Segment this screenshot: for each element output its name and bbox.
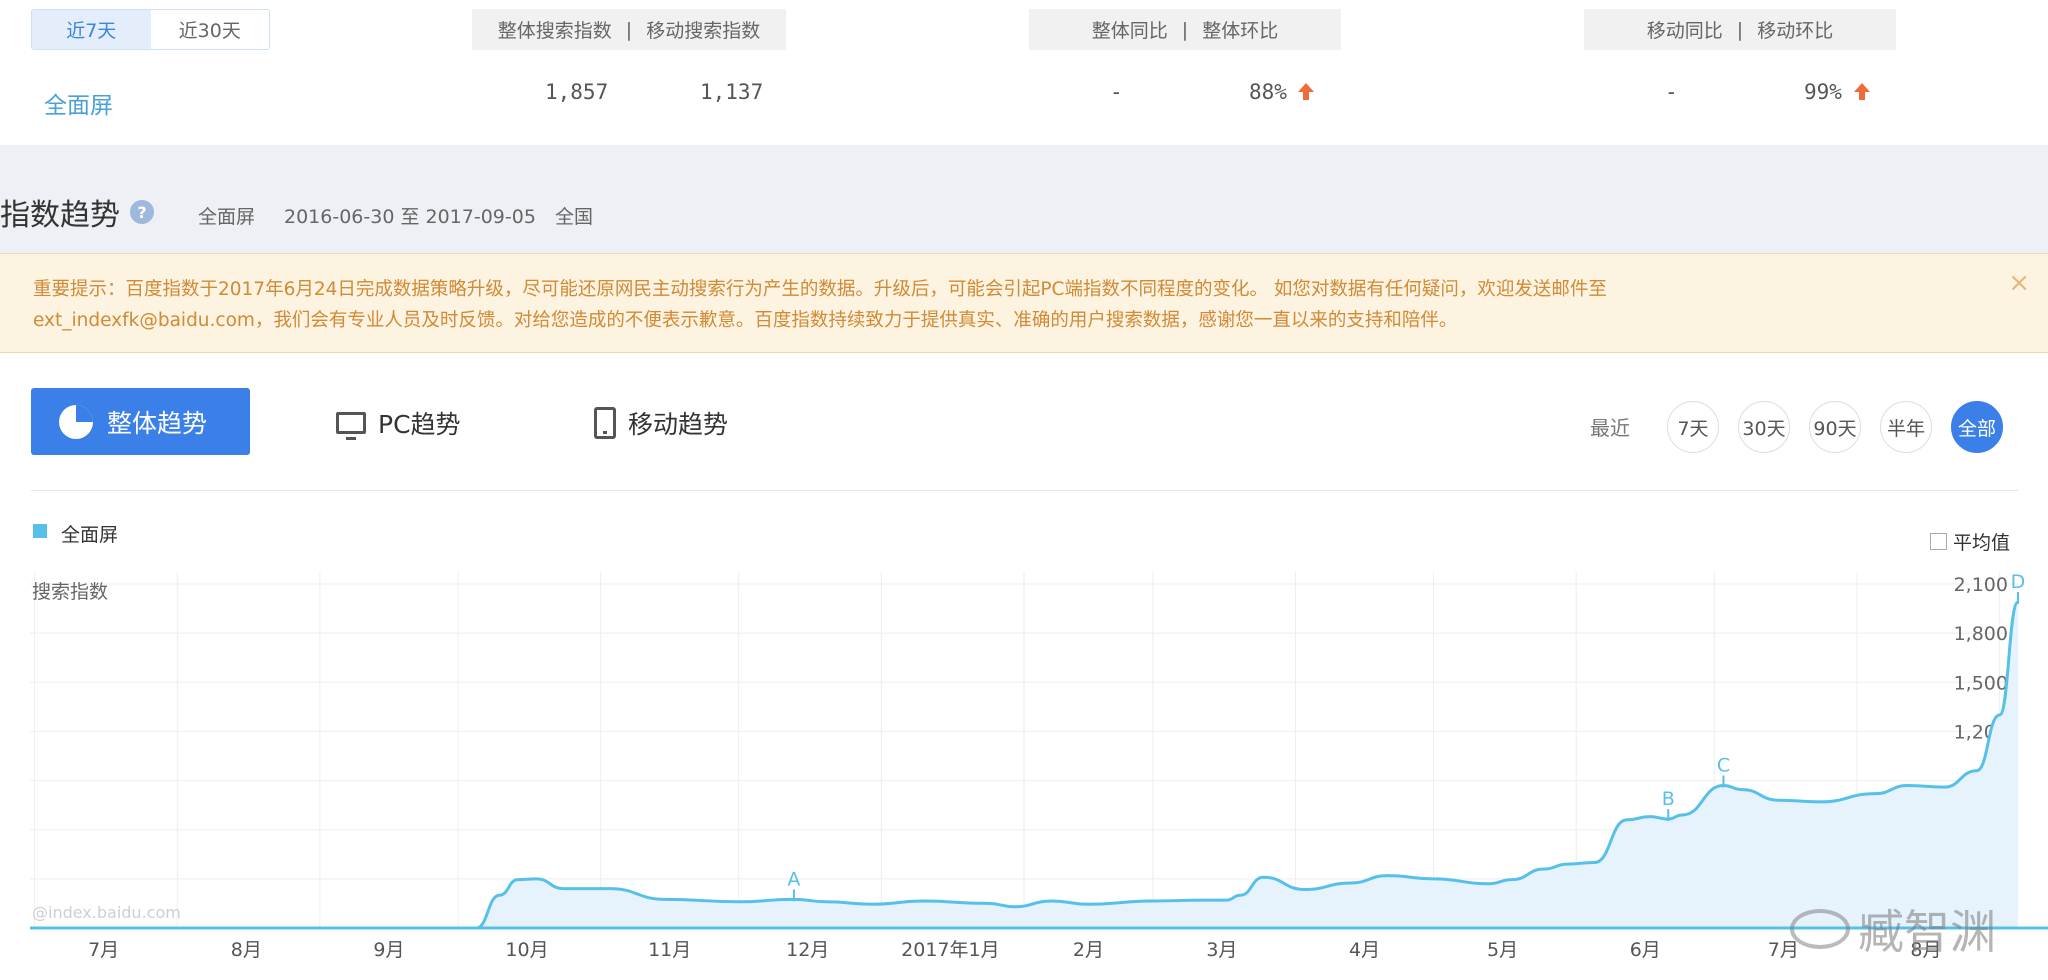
pie-chart-icon [59,404,93,439]
tab-pc-trend[interactable]: PC趋势 [336,405,461,441]
keyword-link[interactable]: 全面屏 [44,86,113,120]
phone-icon [594,407,616,439]
overall-yoy-header: 整体同比 [1091,20,1168,42]
mobile-yoy-header: 移动同比 [1646,20,1723,42]
x-tick-label: 11月 [648,939,691,961]
tab-overall-trend[interactable]: 整体趋势 [31,388,250,455]
weibo-watermark: 臧智渊 [1790,896,1996,962]
range-all-option[interactable]: 全部 [1951,401,2003,453]
mobile-yoy-value: - [1665,80,1678,104]
range-30d-button[interactable]: 近30天 [151,10,270,49]
notice-line-2: ext_indexfk@baidu.com，我们会有专业人员及时反馈。对给您造成… [33,310,1458,331]
annotation-label: D [2011,571,2026,593]
annotation-label: C [1717,754,1730,776]
range-90d-option[interactable]: 90天 [1809,401,1861,453]
annotation-label: A [787,868,800,890]
legend-swatch [33,524,47,538]
search-index-header: 整体搜索指数 | 移动搜索指数 [472,9,786,50]
help-icon[interactable]: ? [130,200,154,224]
average-toggle[interactable]: 平均值 [1930,528,2010,555]
region: 全国 [555,206,594,228]
average-label: 平均值 [1953,532,2011,554]
monitor-icon [336,412,366,440]
divider [31,490,2018,491]
overall-mom-value: 88% [1249,80,1287,104]
tab-overall-label: 整体趋势 [107,408,208,438]
average-checkbox[interactable] [1930,533,1947,550]
overall-mom-header: 整体环比 [1202,20,1279,42]
x-tick-label: 6月 [1630,939,1661,961]
tab-mobile-label: 移动趋势 [628,410,729,439]
x-tick-label: 2月 [1073,939,1104,961]
arrow-up-icon [1298,83,1314,101]
mobile-search-value: 1,137 [700,80,764,104]
tab-mobile-trend[interactable]: 移动趋势 [594,405,728,441]
tab-pc-label: PC趋势 [378,410,461,439]
section-band [0,145,2048,253]
overall-yoy-value: - [1110,80,1123,104]
range-7d-button[interactable]: 近7天 [32,10,151,49]
x-axis-ticks: 7月 8月 9月 10月 11月 12月 2017年1月 2月 3月 4月 5月 6月 7月 8月 [88,939,1941,961]
x-tick-label: 9月 [373,939,404,961]
x-tick-label: 3月 [1206,939,1237,961]
x-tick-label: 8月 [231,939,262,961]
annotation-label: B [1662,788,1675,810]
x-tick-label: 12月 [786,939,829,961]
legend-label[interactable]: 全面屏 [61,520,118,547]
range-segment: 近7天 近30天 [31,9,270,50]
section-title: 指数趋势 [0,198,120,233]
range-half-year-option[interactable]: 半年 [1880,401,1932,453]
mobile-search-header: 移动搜索指数 [646,20,761,42]
header-separator: | [1736,18,1744,41]
trend-chart[interactable]: 搜索指数 3006009001,2001,5001,8002,100 @inde… [0,560,2048,980]
header-separator: | [625,18,633,41]
close-icon[interactable]: × [2008,268,2030,298]
x-tick-label: 7月 [88,939,119,961]
range-30d-option[interactable]: 30天 [1738,401,1790,453]
notice-text: 重要提示：百度指数于2017年6月24日完成数据策略升级，尽可能还原网民主动搜索… [33,274,1933,336]
mobile-mom-header: 移动环比 [1757,20,1834,42]
y-tick-label: 1,800 [1954,623,2008,645]
notice-line-1: 重要提示：百度指数于2017年6月24日完成数据策略升级，尽可能还原网民主动搜索… [33,279,1607,300]
y-tick-label: 2,100 [1954,574,2008,596]
date-range: 2016-06-30 至 2017-09-05 [284,206,536,228]
range-7d-option[interactable]: 7天 [1667,401,1719,453]
overall-search-header: 整体搜索指数 [497,20,612,42]
range-picker-label: 最近 [1590,416,1630,440]
header-separator: | [1181,18,1189,41]
weibo-logo-icon [1790,909,1850,949]
y-tick-label: 1,500 [1954,672,2008,694]
section-keyword: 全面屏 [198,206,256,228]
arrow-up-icon [1854,83,1870,101]
mobile-mom-value: 99% [1804,80,1842,104]
overall-compare-header: 整体同比 | 整体环比 [1029,9,1341,50]
x-tick-label: 10月 [505,939,548,961]
watermark-author: 臧智渊 [1858,905,1996,959]
x-tick-label: 4月 [1349,939,1380,961]
x-tick-label: 2017年1月 [901,939,999,961]
x-tick-label: 5月 [1487,939,1518,961]
source-watermark: @index.baidu.com [32,903,181,922]
overall-search-value: 1,857 [545,80,609,104]
y-axis-label: 搜索指数 [32,581,108,603]
mobile-compare-header: 移动同比 | 移动环比 [1584,9,1896,50]
